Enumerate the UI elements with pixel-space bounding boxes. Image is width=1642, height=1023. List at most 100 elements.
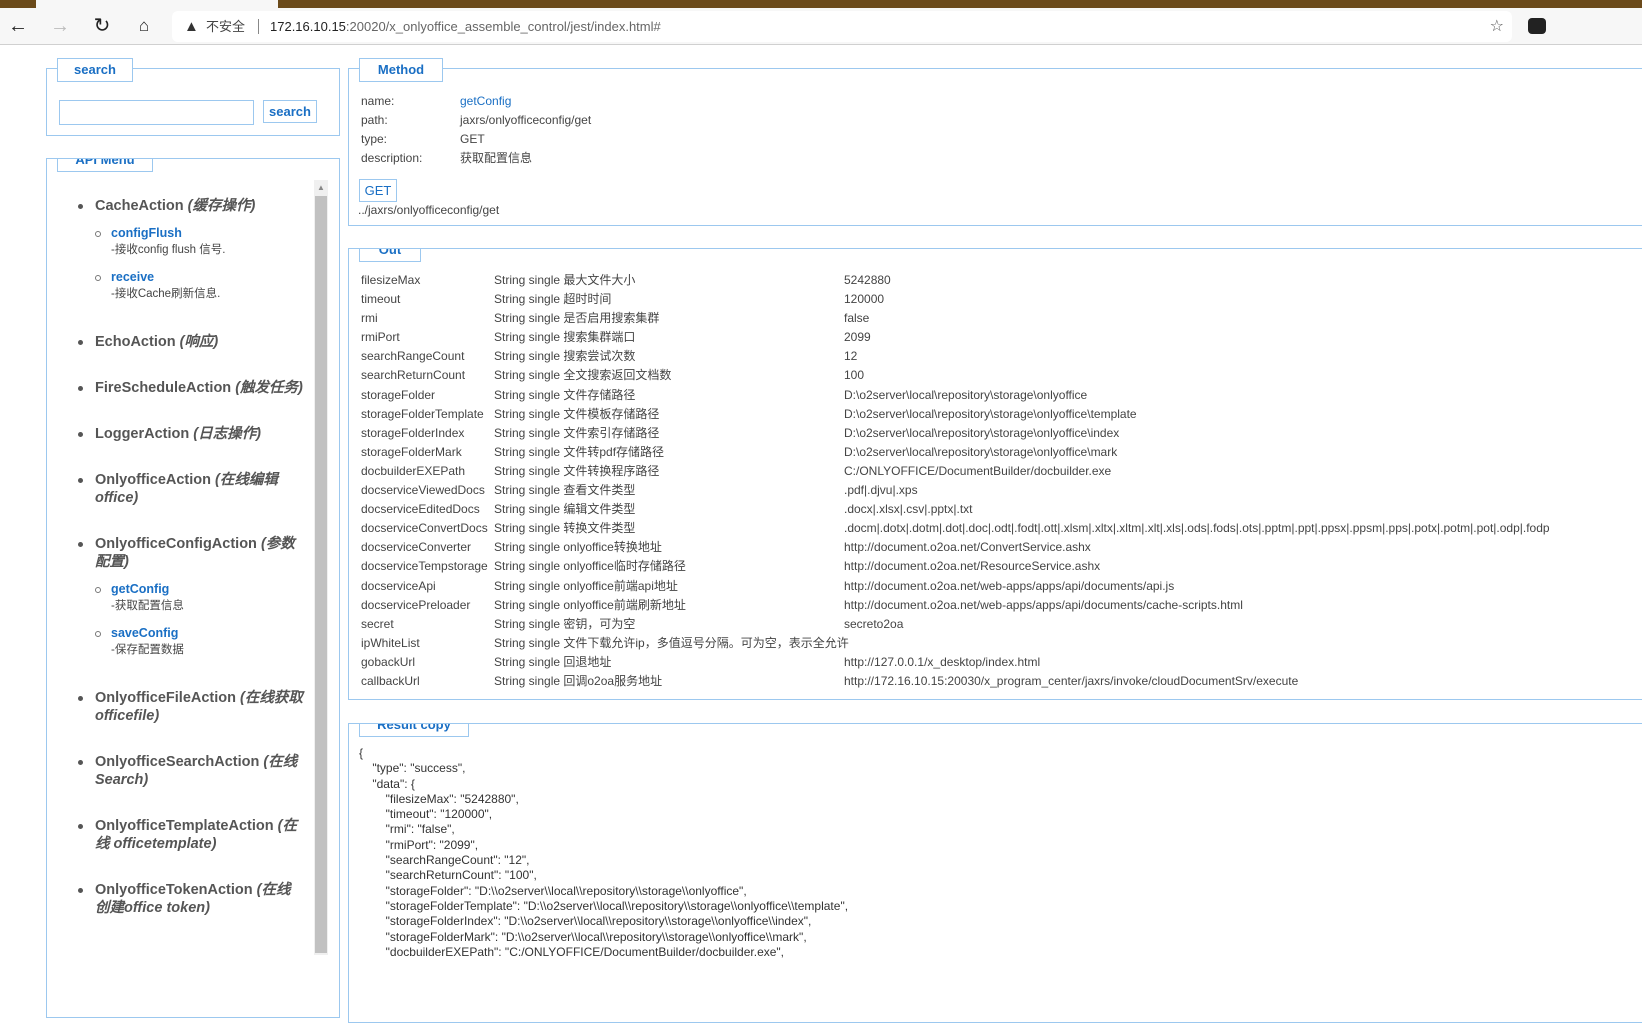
menu-group-desc: (日志操作) xyxy=(193,426,261,442)
out-field: rmiPort xyxy=(361,330,400,345)
menu-group-name[interactable]: EchoAction xyxy=(95,334,176,350)
out-row: storageFolderTemplate String single 文件模板存… xyxy=(361,405,1642,424)
menu-item-desc: -接收config flush 信号. xyxy=(111,244,226,256)
get-button[interactable]: GET xyxy=(359,179,397,202)
out-field: gobackUrl xyxy=(361,654,416,669)
method-info: name: getConfig path: jaxrs/onlyofficeconf… xyxy=(361,92,961,168)
out-row: callbackUrl String single 回调o2oa服务地址 http:… xyxy=(361,672,1642,691)
menu-group-name[interactable]: OnlyofficeTokenAction xyxy=(95,882,253,898)
out-type: String single 最大文件大小 xyxy=(494,273,636,287)
out-value: C:/ONLYOFFICE/DocumentBuilder/docbuilder… xyxy=(844,463,1112,478)
out-row: gobackUrl String single 回退地址 http://127.0.… xyxy=(361,653,1642,672)
out-field: storageFolder xyxy=(361,387,436,402)
out-type: String single 全文搜索返回文档数 xyxy=(494,368,672,383)
out-type: String single onlyoffice前端api地址 xyxy=(494,578,678,593)
out-field: secret xyxy=(361,616,394,631)
menu-group[interactable]: OnlyofficeTokenAction (在线 创建office token… xyxy=(77,881,309,917)
menu-item: getConfig -获取配置信息 xyxy=(95,581,309,615)
menu-item-link[interactable]: getConfig xyxy=(111,581,309,598)
json-line: "timeout": "120000", xyxy=(359,807,493,822)
out-type: String single 文件转pdf存储路径 xyxy=(494,444,665,459)
out-value: 120000 xyxy=(844,292,885,307)
result-json[interactable]: { "type": "success", "data": { "filesize… xyxy=(359,746,848,960)
menu-item-link[interactable]: configFlush xyxy=(111,225,309,242)
menu-group-name[interactable]: LoggerAction xyxy=(95,426,189,442)
out-field: searchReturnCount xyxy=(361,368,466,383)
out-value: false xyxy=(844,311,870,326)
out-row: docserviceEditedDocs String single 编辑文件类型… xyxy=(361,500,1642,519)
out-value: 2099 xyxy=(844,330,871,345)
menu-group-name[interactable]: OnlyofficeTemplateAction xyxy=(95,818,274,834)
search-button[interactable]: search xyxy=(263,100,317,123)
menu-group[interactable]: FireScheduleAction (触发任务) xyxy=(77,379,309,397)
out-value: .pdf|.djvu|.xps xyxy=(844,483,918,498)
json-line: "docbuilderEXEPath": "C:/ONLYOFFICE/Docu… xyxy=(359,944,785,959)
json-line: "rmi": "false", xyxy=(359,822,455,837)
method-description: 获取配置信息 xyxy=(460,151,533,165)
menu-item-desc: -接收Cache刷新信息. xyxy=(111,288,221,300)
menu-group[interactable]: OnlyofficeConfigAction (参数配置) getConfig -获… xyxy=(77,535,309,659)
out-type: String single 搜索尝试次数 xyxy=(494,349,636,364)
search-input[interactable] xyxy=(59,100,254,125)
menu-group-name[interactable]: OnlyofficeAction xyxy=(95,472,211,488)
out-value: secreto2oa xyxy=(844,616,904,631)
browser-tab[interactable] xyxy=(36,0,278,8)
out-type: String single 搜索集群端口 xyxy=(494,330,636,345)
url-host: 172.16.10.15 xyxy=(270,19,346,34)
favorite-icon[interactable]: ☆ xyxy=(1490,11,1504,42)
menu-item: configFlush -接收config flush 信号. xyxy=(95,225,309,259)
out-field: filesizeMax xyxy=(361,273,421,287)
menu-group[interactable]: EchoAction (响应) xyxy=(77,333,309,351)
out-row: docserviceConverter String single onlyoff… xyxy=(361,538,1642,557)
menu-item-link[interactable]: saveConfig xyxy=(111,625,309,642)
forward-icon[interactable]: → xyxy=(47,14,73,38)
out-value: http://172.16.10.15:20030/x_program_cent… xyxy=(844,673,1299,688)
result-panel: Result copy { "type": "success", "data":… xyxy=(348,723,1642,1023)
json-line: "type": "success", xyxy=(359,761,466,776)
api-menu-list: CacheAction (缓存操作) configFlush -接收config f… xyxy=(77,197,309,945)
menu-group-name[interactable]: OnlyofficeSearchAction xyxy=(95,754,259,770)
scroll-up-icon[interactable]: ▲ xyxy=(317,183,325,192)
method-name[interactable]: getConfig xyxy=(460,92,511,111)
back-icon[interactable]: ← xyxy=(5,14,31,38)
menu-group[interactable]: CacheAction (缓存操作) configFlush -接收config f… xyxy=(77,197,309,303)
address-bar[interactable]: ▲ 不安全 172.16.10.15:20020/x_onlyoffice_as… xyxy=(172,11,1512,42)
out-row: docserviceTempstorage String single onlyo… xyxy=(361,557,1642,576)
out-type: String single 查看文件类型 xyxy=(494,483,636,498)
menu-group[interactable]: OnlyofficeAction (在线编辑 office) xyxy=(77,471,309,507)
menu-group-name[interactable]: CacheAction xyxy=(95,198,184,214)
menu-group[interactable]: OnlyofficeTemplateAction (在线 officetempl… xyxy=(77,817,309,853)
menu-item-link[interactable]: receive xyxy=(111,269,309,286)
out-type: String single 文件下载允许ip，多值逗号分隔。可为空，表示全允许 xyxy=(494,635,849,650)
reload-icon[interactable]: ↻ xyxy=(89,14,115,38)
out-field: storageFolderMark xyxy=(361,444,462,459)
json-line: "storageFolderMark": "D:\\o2server\\loca… xyxy=(359,929,807,944)
method-path: jaxrs/onlyofficeconfig/get xyxy=(460,113,592,127)
home-icon[interactable]: ⌂ xyxy=(131,14,157,38)
menu-group-name[interactable]: OnlyofficeFileAction xyxy=(95,690,236,706)
out-type: String single onlyoffice转换地址 xyxy=(494,540,662,555)
out-field: ipWhiteList xyxy=(361,635,420,650)
out-value: 5242880 xyxy=(844,273,891,287)
json-line: "storageFolder": "D:\\o2server\\local\\r… xyxy=(359,883,747,898)
profile-icon[interactable] xyxy=(1528,18,1546,34)
out-value: http://document.o2oa.net/ResourceService… xyxy=(844,559,1101,574)
menu-group[interactable]: LoggerAction (日志操作) xyxy=(77,425,309,443)
out-type: String single 编辑文件类型 xyxy=(494,502,636,517)
menu-scrollbar[interactable]: ▲ xyxy=(314,180,328,955)
out-value: D:\o2server\local\repository\storage\onl… xyxy=(844,425,1120,440)
json-line: "storageFolderIndex": "D:\\o2server\\loc… xyxy=(359,914,812,929)
out-type: String single 回调o2oa服务地址 xyxy=(494,673,663,688)
out-value: .docm|.dotx|.dotm|.dot|.doc|.odt|.fodt|.… xyxy=(844,521,1550,536)
url-text[interactable]: 172.16.10.15:20020/x_onlyoffice_assemble… xyxy=(270,11,661,42)
menu-group[interactable]: OnlyofficeSearchAction (在线 Search) xyxy=(77,753,309,789)
menu-group-name[interactable]: OnlyofficeConfigAction xyxy=(95,536,257,552)
out-type: String single 是否启用搜索集群 xyxy=(494,311,660,326)
menu-group[interactable]: OnlyofficeFileAction (在线获取 officefile) xyxy=(77,689,309,725)
security-label: 不安全 xyxy=(206,19,246,34)
out-row: secret String single 密钥，可为空 secreto2oa xyxy=(361,615,1642,634)
menu-group-name[interactable]: FireScheduleAction xyxy=(95,380,231,396)
out-field: storageFolderTemplate xyxy=(361,406,484,421)
out-row: ipWhiteList String single 文件下载允许ip，多值逗号分隔… xyxy=(361,634,1642,653)
scrollbar-thumb[interactable] xyxy=(315,196,327,953)
